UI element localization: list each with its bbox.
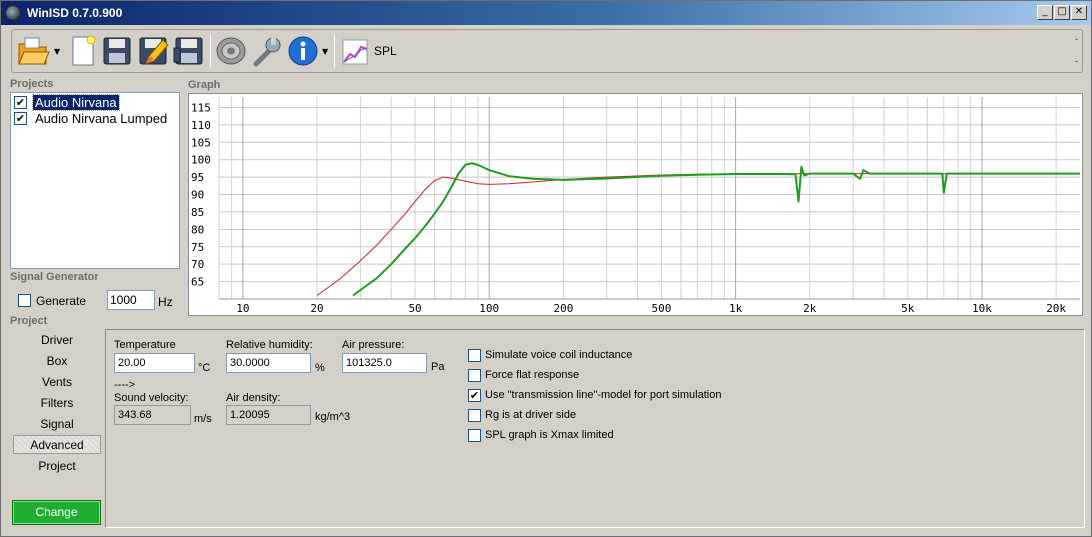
frequency-input[interactable]: 1000	[107, 290, 155, 310]
pressure-unit: Pa	[431, 361, 445, 373]
option-checkbox[interactable]	[468, 409, 481, 422]
y-tick-label: 80	[191, 223, 204, 236]
open-dropdown-arrow[interactable]: ▼	[54, 47, 60, 56]
project-nav-heading: Project	[10, 315, 48, 327]
project-checkbox[interactable]: ✔	[14, 112, 27, 125]
x-tick-label: 20k	[1046, 302, 1066, 315]
wrench-icon[interactable]	[250, 34, 284, 68]
toolbar-right-mark: -	[1075, 56, 1078, 66]
toolbar-right-mark: -	[1075, 34, 1078, 44]
window-title: WinISD 0.7.0.900	[27, 6, 123, 20]
signal-generator-heading: Signal Generator	[10, 271, 99, 283]
y-tick-label: 75	[191, 241, 204, 254]
graph-heading: Graph	[188, 79, 221, 91]
option-checkbox[interactable]	[468, 349, 481, 362]
edit-icon[interactable]	[136, 34, 170, 68]
advanced-panel: Temperature 20.00 °C Relative humidity: …	[105, 329, 1085, 528]
toolbar-separator	[334, 35, 335, 67]
y-tick-label: 105	[191, 136, 211, 149]
generate-checkbox[interactable]	[18, 294, 31, 307]
temperature-input[interactable]: 20.00	[114, 353, 195, 373]
info-dropdown-arrow[interactable]: ▼	[322, 47, 328, 56]
x-tick-label: 2k	[803, 302, 817, 315]
nav-filters[interactable]: Filters	[13, 394, 101, 413]
x-tick-label: 1k	[729, 302, 743, 315]
frequency-unit: Hz	[158, 295, 173, 309]
y-tick-label: 95	[191, 171, 204, 184]
sound-velocity-unit: m/s	[194, 413, 212, 425]
info-icon[interactable]	[286, 34, 320, 68]
toolbar: ▼ ▼ SPL - -	[11, 29, 1083, 73]
projects-list[interactable]: ✔ Audio Nirvana ✔ Audio Nirvana Lumped	[10, 92, 180, 269]
option-voice-coil-inductance: Simulate voice coil inductance	[485, 349, 633, 361]
spl-graph-icon[interactable]	[340, 34, 370, 68]
y-tick-label: 70	[191, 258, 204, 271]
spl-graph[interactable]: 65 70 75 80 85 90 95 100 105 110 115 10 20 50 100 200 50…	[188, 93, 1083, 316]
main-window: WinISD 0.7.0.900 _ □ ✕ ▼ ▼ SPL - - Proje…	[0, 0, 1092, 537]
x-tick-label: 500	[652, 302, 672, 315]
spl-chart: 65 70 75 80 85 90 95 100 105 110 115 10 20 50 100 200 50…	[191, 97, 1080, 315]
option-transmission-line: Use "transmission line"-model for port s…	[485, 389, 722, 401]
x-tick-label: 20	[310, 302, 323, 315]
pressure-input[interactable]: 101325.0	[342, 353, 427, 373]
title-bar[interactable]: WinISD 0.7.0.900 _ □ ✕	[1, 1, 1091, 25]
pressure-label: Air pressure:	[342, 339, 405, 351]
sound-velocity-value: 343.68	[114, 405, 191, 425]
nav-driver[interactable]: Driver	[13, 331, 101, 350]
project-label: Audio Nirvana Lumped	[35, 111, 168, 126]
project-item[interactable]: ✔ Audio Nirvana	[13, 94, 179, 111]
projects-heading: Projects	[10, 78, 54, 90]
sound-velocity-label: Sound velocity:	[114, 392, 189, 404]
generate-label: Generate	[36, 294, 87, 308]
x-tick-label: 10	[236, 302, 249, 315]
temperature-unit: °C	[198, 362, 211, 374]
nav-advanced[interactable]: Advanced	[13, 435, 101, 454]
air-density-unit: kg/m^3	[315, 411, 351, 423]
air-density-label: Air density:	[226, 392, 281, 404]
spl-series-line	[316, 173, 1080, 296]
change-button[interactable]: Change	[12, 500, 101, 525]
option-rg-driver-side: Rg is at driver side	[485, 409, 577, 421]
save-icon[interactable]	[100, 34, 134, 68]
minimize-button[interactable]: _	[1037, 5, 1053, 20]
speaker-driver-icon[interactable]	[214, 34, 248, 68]
option-checkbox[interactable]	[468, 429, 481, 442]
new-file-icon[interactable]	[66, 34, 100, 68]
nav-signal[interactable]: Signal	[13, 415, 101, 434]
nav-project[interactable]: Project	[13, 457, 101, 476]
air-density-value: 1.20095	[226, 405, 311, 425]
spl-label[interactable]: SPL	[374, 44, 397, 58]
y-tick-label: 65	[191, 276, 204, 289]
y-tick-label: 100	[191, 154, 211, 167]
x-tick-label: 100	[479, 302, 499, 315]
open-folder-icon[interactable]	[16, 34, 50, 68]
option-checkbox[interactable]	[468, 369, 481, 382]
nav-box[interactable]: Box	[13, 352, 101, 371]
temperature-label: Temperature	[114, 339, 176, 351]
option-xmax-limited: SPL graph is Xmax limited	[485, 429, 614, 441]
y-tick-label: 85	[191, 206, 204, 219]
save-as-icon[interactable]	[172, 34, 206, 68]
app-icon[interactable]	[5, 5, 21, 21]
option-force-flat-response: Force flat response	[485, 369, 580, 381]
toolbar-separator	[210, 35, 211, 67]
x-tick-label: 5k	[901, 302, 915, 315]
x-tick-label: 10k	[972, 302, 992, 315]
project-label: Audio Nirvana	[32, 94, 120, 111]
close-button[interactable]: ✕	[1071, 5, 1087, 20]
humidity-label: Relative humidity:	[226, 339, 313, 351]
arrow-text: ---->	[114, 379, 136, 391]
project-item[interactable]: ✔ Audio Nirvana Lumped	[13, 111, 179, 126]
humidity-unit: %	[315, 362, 325, 374]
nav-vents[interactable]: Vents	[13, 373, 101, 392]
maximize-button[interactable]: □	[1054, 5, 1070, 20]
x-tick-label: 50	[408, 302, 421, 315]
project-checkbox[interactable]: ✔	[14, 96, 27, 109]
x-tick-label: 200	[553, 302, 573, 315]
option-checkbox[interactable]: ✔	[468, 389, 481, 402]
humidity-input[interactable]: 30.0000	[226, 353, 311, 373]
y-tick-label: 110	[191, 119, 211, 132]
y-tick-label: 90	[191, 189, 204, 202]
y-tick-label: 115	[191, 101, 211, 114]
